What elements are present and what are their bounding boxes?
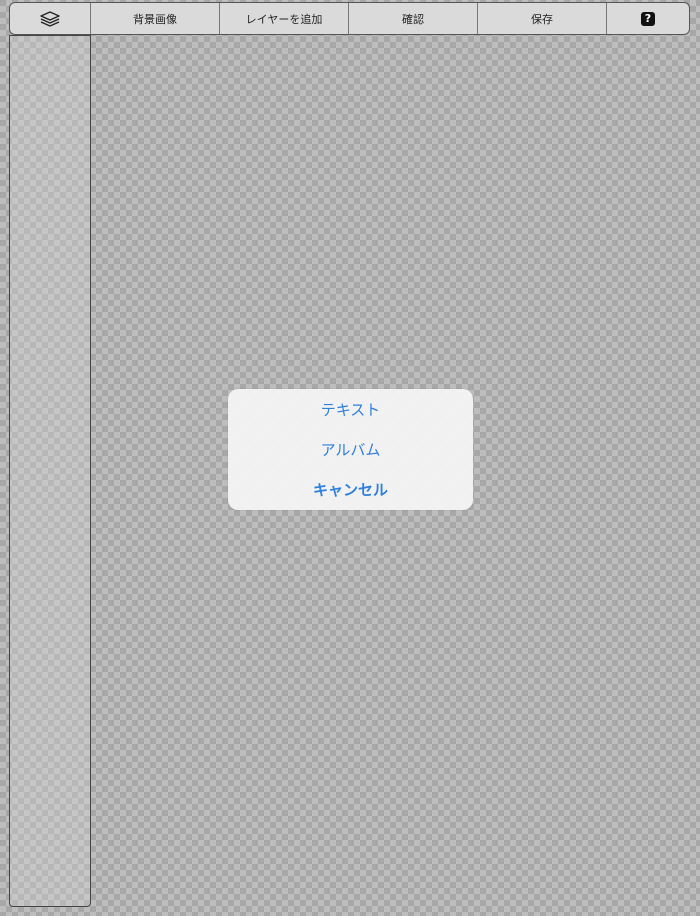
add-layer-action-sheet: テキスト アルバム キャンセル xyxy=(228,389,473,510)
help-button[interactable]: ? xyxy=(607,3,689,34)
background-image-label: 背景画像 xyxy=(133,12,177,26)
confirm-label: 確認 xyxy=(402,12,424,26)
action-cancel-button[interactable]: キャンセル xyxy=(228,470,473,510)
layers-icon xyxy=(40,10,60,27)
save-button[interactable]: 保存 xyxy=(478,3,607,34)
action-album-button[interactable]: アルバム xyxy=(228,429,473,469)
confirm-button[interactable]: 確認 xyxy=(349,3,478,34)
layer-sidebar[interactable] xyxy=(9,35,91,907)
help-icon: ? xyxy=(641,11,655,26)
action-text-button[interactable]: テキスト xyxy=(228,389,473,429)
top-toolbar: 背景画像 レイヤーを追加 確認 保存 ? xyxy=(9,2,690,35)
save-label: 保存 xyxy=(531,12,553,26)
layers-button[interactable] xyxy=(10,3,91,34)
add-layer-label: レイヤーを追加 xyxy=(245,12,323,26)
background-image-button[interactable]: 背景画像 xyxy=(91,3,220,34)
add-layer-button[interactable]: レイヤーを追加 xyxy=(220,3,349,34)
